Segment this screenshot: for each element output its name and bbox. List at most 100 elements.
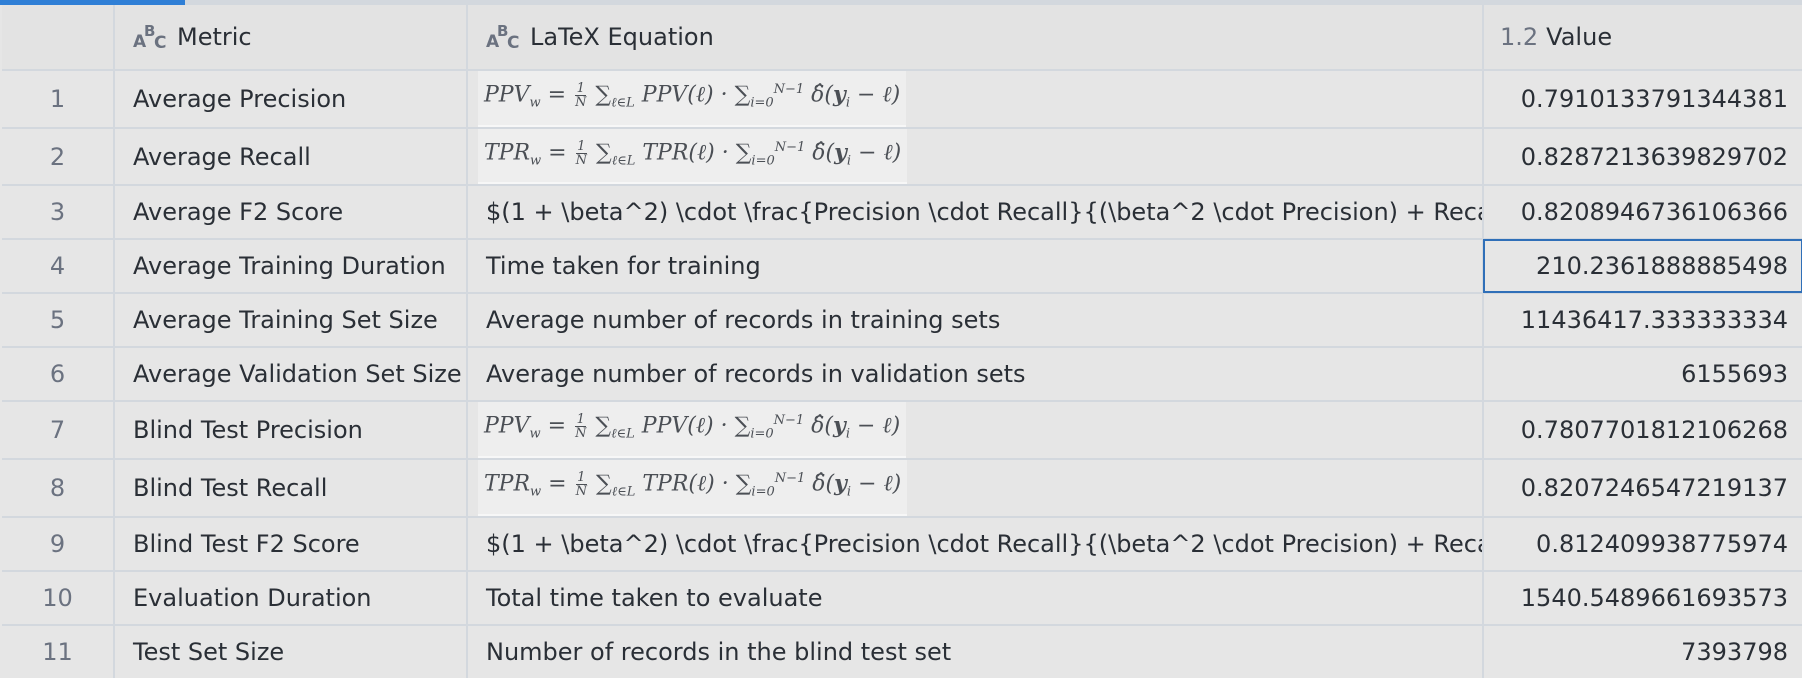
abc-type-icon: ABC bbox=[133, 22, 167, 53]
metric-cell[interactable]: Evaluation Duration bbox=[114, 570, 468, 626]
equation-text: $(1 + \beta^2) \cdot \frac{Precision \cd… bbox=[486, 529, 1483, 558]
metric-text: Blind Test F2 Score bbox=[133, 529, 360, 558]
equation-cell[interactable]: TPRw = 1N ∑ℓ∈L TPR(ℓ) · ∑i=0N−1 δ̂(yi − … bbox=[467, 459, 1484, 518]
metric-cell[interactable]: Average Training Duration bbox=[114, 239, 468, 295]
value-text: 0.8207246547219137 bbox=[1520, 474, 1788, 503]
table-row[interactable]: 2 Average Recall TPRw = 1N ∑ℓ∈L TPR(ℓ) · ∑… bbox=[2, 127, 1802, 187]
table-row[interactable]: 11 Test Set Size Number of records in the … bbox=[2, 624, 1802, 678]
value-cell-selected[interactable]: 210.2361888885498 bbox=[1483, 239, 1802, 295]
rendered-equation-image: TPRw = 1N ∑ℓ∈L TPR(ℓ) · ∑i=0N−1 δ̂(yi − … bbox=[478, 460, 908, 515]
column-header-latex-equation[interactable]: ABC LaTeX Equation bbox=[467, 5, 1484, 71]
row-index-cell[interactable]: 10 bbox=[2, 570, 115, 626]
row-index-header[interactable] bbox=[2, 5, 115, 71]
metric-cell[interactable]: Blind Test Precision bbox=[114, 401, 468, 461]
row-index-cell[interactable]: 8 bbox=[2, 459, 115, 518]
equation-cell[interactable]: Total time taken to evaluate bbox=[467, 570, 1484, 626]
row-index-cell[interactable]: 6 bbox=[2, 347, 115, 403]
table-row[interactable]: 4 Average Training Duration Time taken for… bbox=[2, 239, 1802, 295]
equation-cell[interactable]: Number of records in the blind test set bbox=[467, 624, 1484, 678]
metric-cell[interactable]: Average F2 Score bbox=[114, 185, 468, 241]
row-index-cell[interactable]: 11 bbox=[2, 624, 115, 678]
value-text: 0.812409938775974 bbox=[1536, 529, 1788, 558]
equation-cell[interactable]: $(1 + \beta^2) \cdot \frac{Precision \cd… bbox=[467, 185, 1484, 241]
table-row[interactable]: 3 Average F2 Score $(1 + \beta^2) \cdot \f… bbox=[2, 185, 1802, 241]
row-index-cell[interactable]: 1 bbox=[2, 70, 115, 129]
column-header-label: LaTeX Equation bbox=[530, 23, 714, 51]
value-text: 7393798 bbox=[1681, 637, 1788, 666]
equation-text: Average number of records in training se… bbox=[486, 306, 1001, 335]
value-cell[interactable]: 0.7807701812106268 bbox=[1483, 401, 1802, 461]
value-text: 0.8208946736106366 bbox=[1520, 198, 1788, 227]
value-text: 1540.5489661693573 bbox=[1520, 583, 1788, 612]
metric-text: Average Training Duration bbox=[133, 252, 446, 281]
metric-cell[interactable]: Average Training Set Size bbox=[114, 293, 468, 349]
row-index-cell[interactable]: 3 bbox=[2, 185, 115, 241]
metric-cell[interactable]: Average Validation Set Size bbox=[114, 347, 468, 403]
value-cell[interactable]: 0.812409938775974 bbox=[1483, 516, 1802, 572]
equation-cell[interactable]: Time taken for training bbox=[467, 239, 1484, 295]
column-header-metric[interactable]: ABC Metric bbox=[114, 5, 468, 71]
row-index-cell[interactable]: 7 bbox=[2, 401, 115, 461]
value-text: 6155693 bbox=[1681, 360, 1788, 389]
table-row[interactable]: 7 Blind Test Precision PPVw = 1N ∑ℓ∈L PPV(… bbox=[2, 401, 1802, 461]
table-body: 1 Average Precision PPVw = 1N ∑ℓ∈L PPV(ℓ) … bbox=[2, 70, 1802, 678]
value-cell[interactable]: 0.8207246547219137 bbox=[1483, 459, 1802, 518]
metric-text: Blind Test Precision bbox=[133, 416, 363, 445]
value-text: 0.8287213639829702 bbox=[1520, 142, 1788, 171]
metric-text: Test Set Size bbox=[133, 637, 285, 666]
value-cell[interactable]: 0.7910133791344381 bbox=[1483, 70, 1802, 129]
table-row[interactable]: 10 Evaluation Duration Total time taken to… bbox=[2, 570, 1802, 626]
metric-cell[interactable]: Average Recall bbox=[114, 127, 468, 187]
metric-cell[interactable]: Blind Test F2 Score bbox=[114, 516, 468, 572]
metric-text: Evaluation Duration bbox=[133, 583, 372, 612]
metric-text: Average Precision bbox=[133, 84, 347, 113]
column-header-value[interactable]: 1.2 Value bbox=[1483, 5, 1802, 71]
equation-cell[interactable]: $(1 + \beta^2) \cdot \frac{Precision \cd… bbox=[467, 516, 1484, 572]
equation-cell[interactable]: Average number of records in training se… bbox=[467, 293, 1484, 349]
value-cell[interactable]: 0.8287213639829702 bbox=[1483, 127, 1802, 187]
value-cell[interactable]: 11436417.333333334 bbox=[1483, 293, 1802, 349]
equation-cell[interactable]: TPRw = 1N ∑ℓ∈L TPR(ℓ) · ∑i=0N−1 δ̂(yi − … bbox=[467, 127, 1484, 187]
table-row[interactable]: 9 Blind Test F2 Score $(1 + \beta^2) \cdot… bbox=[2, 516, 1802, 572]
equation-cell[interactable]: PPVw = 1N ∑ℓ∈L PPV(ℓ) · ∑i=0N−1 δ̂(yi − … bbox=[467, 70, 1484, 129]
table-row[interactable]: 6 Average Validation Set Size Average numb… bbox=[2, 347, 1802, 403]
value-cell[interactable]: 0.8208946736106366 bbox=[1483, 185, 1802, 241]
metric-text: Average Training Set Size bbox=[133, 306, 438, 335]
number-type-icon: 1.2 bbox=[1500, 23, 1539, 51]
value-cell[interactable]: 6155693 bbox=[1483, 347, 1802, 403]
rendered-equation-image: PPVw = 1N ∑ℓ∈L PPV(ℓ) · ∑i=0N−1 δ̂(yi − … bbox=[478, 402, 907, 458]
rendered-equation-image: TPRw = 1N ∑ℓ∈L TPR(ℓ) · ∑i=0N−1 δ̂(yi − … bbox=[478, 128, 908, 184]
column-header-label: Metric bbox=[177, 23, 252, 51]
value-text: 0.7910133791344381 bbox=[1520, 84, 1788, 113]
metric-cell[interactable]: Test Set Size bbox=[114, 624, 468, 678]
value-text: 210.2361888885498 bbox=[1536, 252, 1788, 281]
metric-text: Average F2 Score bbox=[133, 198, 344, 227]
metric-cell[interactable]: Average Precision bbox=[114, 70, 468, 129]
row-index-cell[interactable]: 2 bbox=[2, 127, 115, 187]
metric-text: Average Recall bbox=[133, 142, 311, 171]
value-cell[interactable]: 1540.5489661693573 bbox=[1483, 570, 1802, 626]
equation-text: $(1 + \beta^2) \cdot \frac{Precision \cd… bbox=[486, 198, 1483, 227]
metric-text: Blind Test Recall bbox=[133, 474, 328, 503]
header-row: ABC Metric ABC LaTeX Equation 1.2 Value bbox=[2, 5, 1802, 71]
equation-text: Number of records in the blind test set bbox=[486, 637, 952, 666]
value-text: 11436417.333333334 bbox=[1520, 306, 1788, 335]
equation-text: Time taken for training bbox=[486, 252, 761, 281]
equation-text: Total time taken to evaluate bbox=[486, 583, 823, 612]
equation-cell[interactable]: Average number of records in validation … bbox=[467, 347, 1484, 403]
equation-text: Average number of records in validation … bbox=[486, 360, 1026, 389]
metric-cell[interactable]: Blind Test Recall bbox=[114, 459, 468, 518]
row-index-cell[interactable]: 4 bbox=[2, 239, 115, 295]
row-index-cell[interactable]: 5 bbox=[2, 293, 115, 349]
metric-text: Average Validation Set Size bbox=[133, 360, 462, 389]
row-index-cell[interactable]: 9 bbox=[2, 516, 115, 572]
table-row[interactable]: 1 Average Precision PPVw = 1N ∑ℓ∈L PPV(ℓ) … bbox=[2, 70, 1802, 129]
data-table: ABC Metric ABC LaTeX Equation 1.2 Value … bbox=[2, 5, 1802, 678]
value-cell[interactable]: 7393798 bbox=[1483, 624, 1802, 678]
table-row[interactable]: 5 Average Training Set Size Average number… bbox=[2, 293, 1802, 349]
abc-type-icon: ABC bbox=[486, 22, 520, 53]
rendered-equation-image: PPVw = 1N ∑ℓ∈L PPV(ℓ) · ∑i=0N−1 δ̂(yi − … bbox=[478, 71, 907, 126]
table-row[interactable]: 8 Blind Test Recall TPRw = 1N ∑ℓ∈L TPR(ℓ) … bbox=[2, 459, 1802, 518]
equation-cell[interactable]: PPVw = 1N ∑ℓ∈L PPV(ℓ) · ∑i=0N−1 δ̂(yi − … bbox=[467, 401, 1484, 461]
value-text: 0.7807701812106268 bbox=[1520, 416, 1788, 445]
